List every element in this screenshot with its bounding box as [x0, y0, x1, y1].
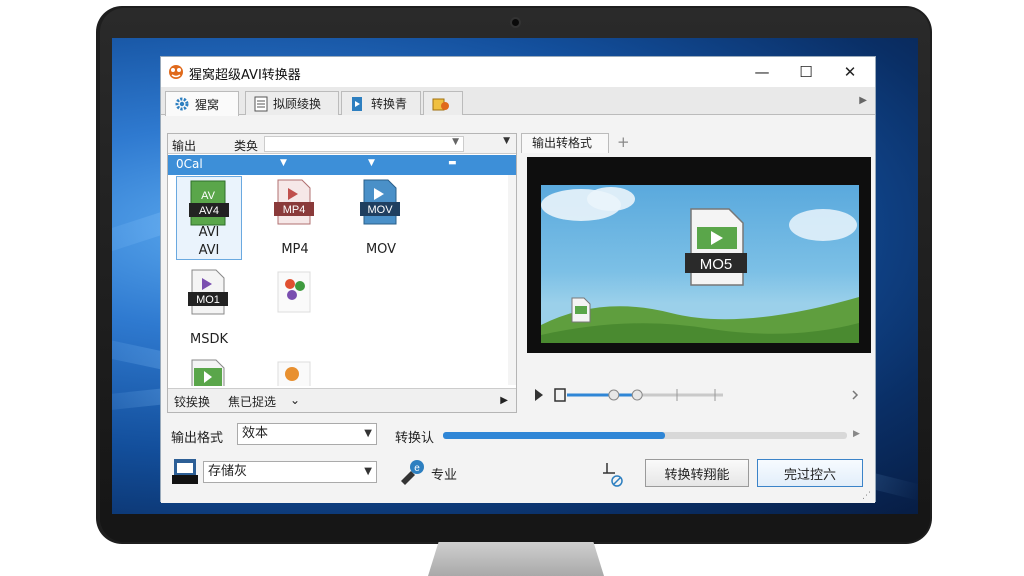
app-logo-icon [169, 65, 183, 79]
add-tab-icon[interactable]: + [617, 133, 630, 151]
convert-list-button[interactable]: 铰挨换 [174, 393, 210, 410]
app-window: 猩窝超级AVI转换器 — ☐ ✕ 猩窝 拟顾绫换 转换青 ▶ 输出 类奂 ▼ ▼… [160, 56, 876, 503]
category-value: 类奂 [234, 139, 259, 153]
category-label: 输出 [172, 139, 197, 153]
green-file-icon [191, 359, 225, 386]
orange-file-icon [277, 361, 311, 386]
convert-icon [352, 96, 362, 111]
video-preview: MO5 [527, 157, 871, 353]
chevron-down-icon: ▼ [364, 466, 372, 477]
convert-progress-label: 转换认 [395, 431, 435, 446]
document-icon [254, 96, 268, 111]
chevron-down-icon: ▼ [364, 428, 372, 439]
mp4-badge: MP4 [283, 204, 306, 216]
minimize-button[interactable]: — [741, 60, 783, 84]
format-item-mp4[interactable]: MP4 MP4 [262, 176, 328, 260]
pro-mode-button[interactable]: 专业 [431, 464, 457, 483]
player-controls [527, 381, 871, 409]
convert-progress-fill [443, 432, 666, 439]
format-item-other[interactable] [262, 266, 328, 350]
title-bar: 猩窝超级AVI转换器 — ☐ ✕ [161, 57, 875, 87]
convert-settings-button[interactable]: 转换转翔能 [645, 459, 749, 487]
format-category-header: 输出 类奂 ▼ ▼ [168, 134, 516, 154]
tab-convert-batch[interactable]: 拟顾绫换 [245, 91, 339, 115]
output-format-tab[interactable]: 输出转格式 [521, 133, 609, 153]
tab-scroll-right-icon[interactable]: ▶ [859, 95, 867, 106]
filter-dropdown-icon[interactable]: ▼ [280, 158, 287, 168]
gear-icon [175, 97, 189, 111]
category-dropdown-arrow-icon[interactable]: ▼ [503, 136, 510, 146]
preset-select[interactable]: 存储灰 ▼ [203, 461, 377, 483]
filter-text: 0Cal [176, 157, 203, 171]
format-item-orange[interactable] [262, 356, 328, 386]
format-item-mov[interactable]: MOV MOV [348, 176, 414, 260]
convert-progress-bar [443, 432, 847, 439]
preset-file-icon [172, 459, 198, 484]
preset-value: 存储灰 [208, 464, 248, 479]
multicolor-format-icon [277, 271, 311, 313]
tab-home-label: 猩窝 [195, 97, 220, 112]
msdk-file-icon: MO1 [188, 269, 228, 315]
preview-badge: MO5 [700, 256, 733, 273]
tab-converter[interactable]: 转换青 [341, 91, 421, 115]
tab-home[interactable]: 猩窝 [165, 91, 239, 116]
small-file-preview-icon [571, 297, 591, 323]
tab-convert-batch-label: 拟顾绫换 [273, 97, 322, 111]
preview-scene: MO5 [541, 185, 859, 343]
footer-scroll-right-icon[interactable]: ▶ [500, 395, 508, 406]
webcam [510, 17, 521, 28]
msdk-badge: MO1 [196, 294, 220, 306]
tab-tools[interactable] [423, 91, 463, 115]
filter-dropdown-icon[interactable]: ▬ [448, 158, 457, 168]
format-list-panel: 输出 类奂 ▼ ▼ 0Cal ▼ ▼ ▬ AV AV4 AVI AVI MP4 … [167, 133, 517, 413]
format-list-scrollbar[interactable] [508, 175, 516, 385]
mov-badge: MOV [367, 204, 393, 216]
svg-text:e: e [414, 463, 420, 474]
selected-filter-dropdown-icon[interactable]: ⌄ [290, 393, 300, 407]
format-item-msdk[interactable]: MO1 MSDK [176, 266, 242, 350]
tools-icon [432, 98, 449, 110]
format-list-footer: 铰挨换 焦已捉选 ⌄ ▶ [168, 388, 516, 412]
dropdown-arrow-icon: ▼ [452, 137, 459, 147]
mp4-file-icon: MP4 [274, 179, 314, 225]
format-label-mp4: MP4 [281, 242, 309, 257]
pro-settings-icon: e [401, 460, 424, 485]
format-label-mov: MOV [365, 242, 397, 257]
player-controls-graphic [535, 388, 859, 402]
window-title: 猩窝超级AVI转换器 [189, 68, 301, 83]
format-label-avi: AVI [198, 243, 220, 258]
avi-file-icon: AV AV4 [189, 180, 229, 226]
format-filter-bar[interactable]: 0Cal ▼ ▼ ▬ [168, 155, 516, 175]
complete-button[interactable]: 完过控六 [757, 459, 863, 487]
monitor-chin [100, 514, 930, 542]
filter-dropdown-icon[interactable]: ▼ [368, 158, 375, 168]
progress-end-arrow-icon: ▶ [853, 429, 860, 439]
close-button[interactable]: ✕ [829, 60, 871, 84]
bottom-controls: 输出格式 效本 ▼ 转换认 ▶ 存储灰 ▼ e 专业 转换转翔能 完过控六 ⋰ [161, 417, 875, 503]
format-item-green[interactable] [176, 356, 242, 386]
avi-icon-label: AVI [198, 225, 220, 240]
avi-icon-title: AV [201, 190, 216, 202]
format-item-avi[interactable]: AV AV4 AVI AVI [176, 176, 242, 260]
settings-pin-icon[interactable] [601, 459, 625, 489]
selected-filter-dropdown[interactable]: 焦已捉选 [228, 393, 276, 410]
output-format-label: 输出格式 [171, 431, 224, 446]
maximize-button[interactable]: ☐ [785, 60, 827, 84]
mov-file-preview-icon: MO5 [685, 208, 747, 286]
output-format-select[interactable]: 效本 ▼ [237, 423, 377, 445]
category-dropdown[interactable]: ▼ [264, 136, 464, 152]
monitor-stand [428, 542, 604, 576]
resize-grip-icon[interactable]: ⋰ [862, 491, 871, 501]
tab-converter-label: 转换青 [371, 97, 408, 111]
format-grid: AV AV4 AVI AVI MP4 MP4 MOV MOV MO1 MSDK [168, 176, 510, 386]
main-tab-bar: 猩窝 拟顾绫换 转换青 ▶ [161, 87, 875, 116]
format-label-msdk: MSDK [189, 332, 228, 347]
output-format-value: 效本 [242, 426, 269, 441]
mov-file-icon: MOV [360, 179, 400, 225]
avi-badge: AV4 [199, 205, 219, 217]
